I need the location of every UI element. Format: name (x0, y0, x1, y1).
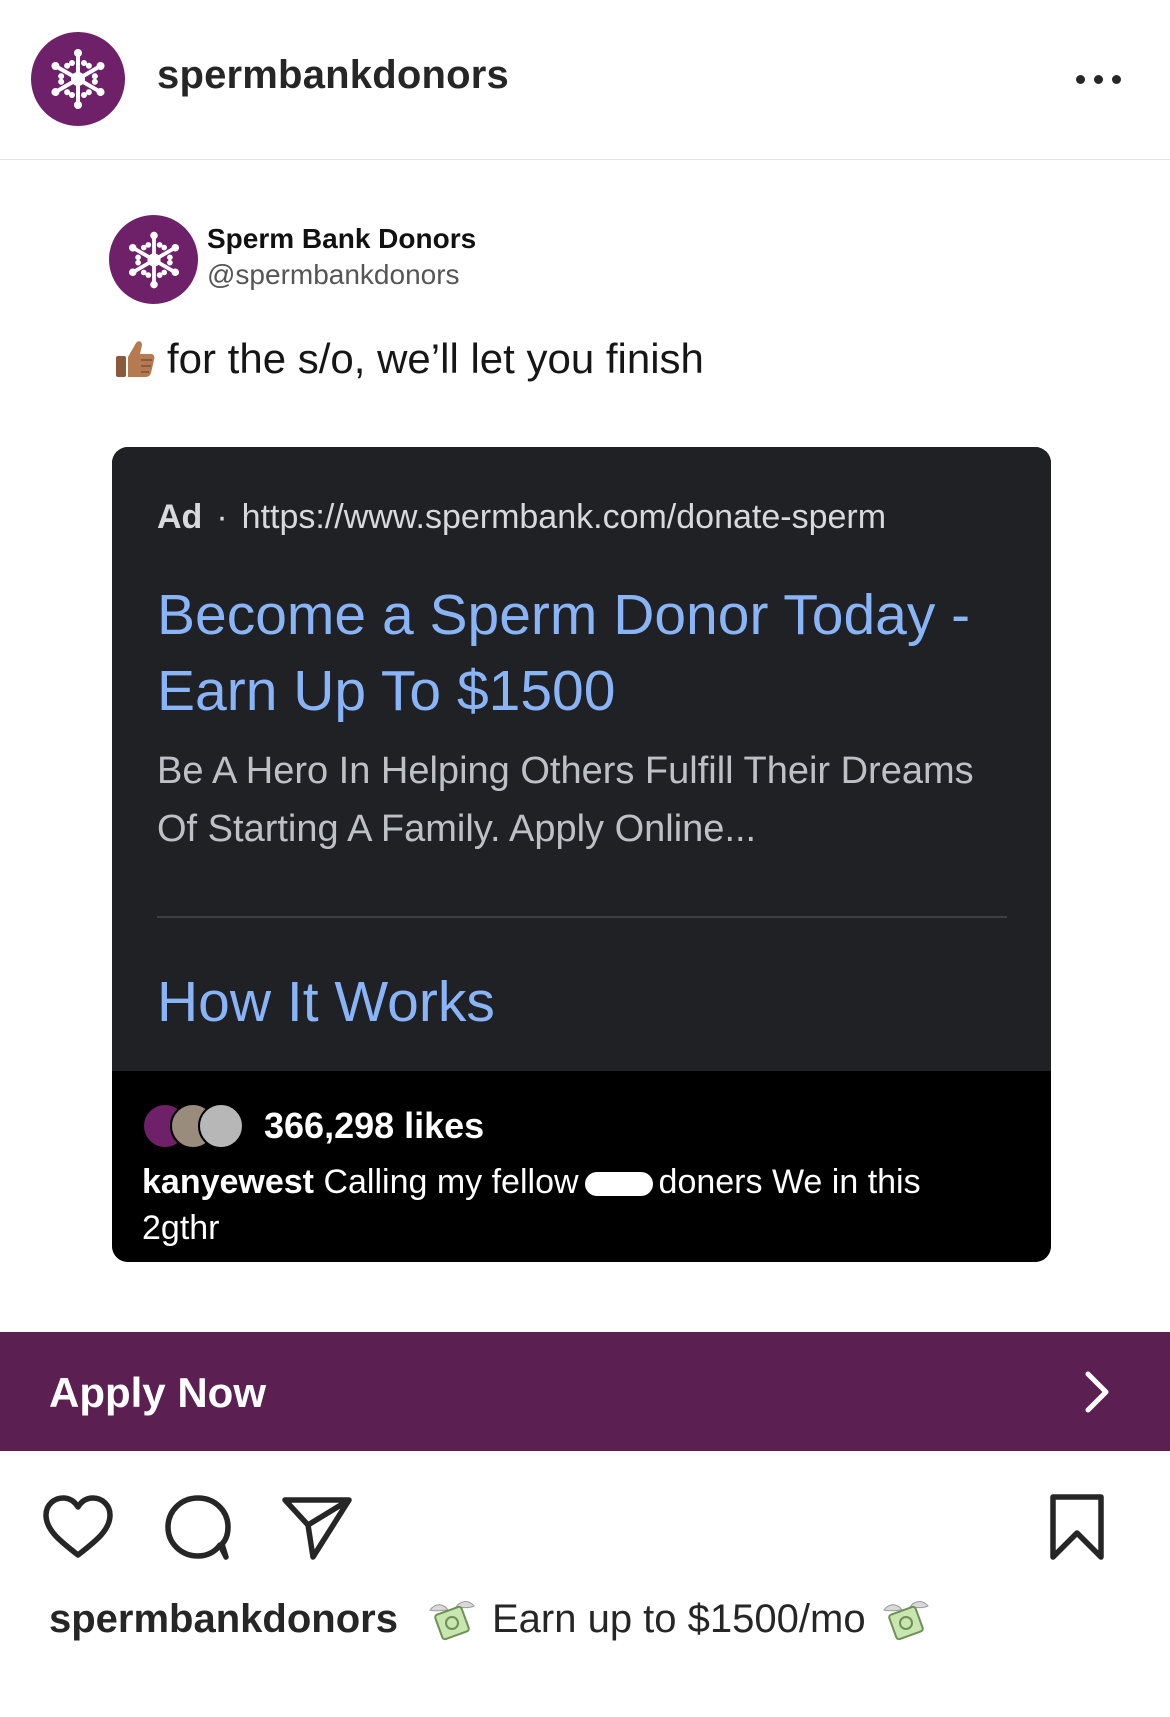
more-options-icon[interactable] (1076, 64, 1136, 94)
post-caption: spermbankdonors Earn up to $1500/mo (49, 1596, 946, 1642)
liker-avatars (142, 1103, 252, 1149)
ad-sitelink: How It Works (157, 970, 495, 1034)
tweet-text: for the s/o, we’ll let you finish (113, 335, 704, 383)
action-bar (0, 1451, 1170, 1581)
apply-now-label: Apply Now (49, 1369, 266, 1416)
snowflake-logo-icon (47, 49, 109, 109)
profile-avatar[interactable] (31, 32, 125, 126)
post-image[interactable]: Sperm Bank Donors @spermbankdonors for t… (0, 160, 1170, 1332)
header-username[interactable]: spermbankdonors (157, 53, 509, 98)
tweet-author-name: Sperm Bank Donors (207, 223, 477, 254)
thumbs-up-icon (116, 341, 155, 377)
snowflake-logo-icon (124, 231, 183, 288)
ad-separator: · (216, 498, 228, 536)
money-with-wings-icon (882, 1601, 929, 1641)
search-ad: Ad · https://www.spermbank.com/donate-sp… (112, 447, 1051, 1071)
instagram-comment-screenshot: 366,298 likes kanyewest Calling my fello… (112, 1071, 1051, 1262)
ad-title: Become a Sperm Donor Today - Earn Up To … (157, 583, 971, 723)
money-with-wings-icon (429, 1601, 475, 1641)
liker-avatar (198, 1103, 244, 1149)
ad-screenshot: Ad · https://www.spermbank.com/donate-sp… (112, 447, 1051, 1262)
bookmark-icon[interactable] (1044, 1491, 1110, 1563)
likes-count: 366,298 likes (264, 1105, 485, 1146)
ad-divider (157, 916, 1007, 918)
tweet-author-handle: @spermbankdonors (207, 259, 460, 290)
ad-label: Ad (157, 498, 203, 536)
post-header: spermbankdonors (0, 0, 1170, 160)
dot (1112, 74, 1121, 84)
comment: kanyewest Calling my fellow doners We in … (142, 1159, 1002, 1251)
chevron-right-icon (1085, 1371, 1109, 1413)
comment-text-before: Calling my fellow (323, 1163, 579, 1201)
heart-icon[interactable] (40, 1491, 116, 1563)
ad-url: https://www.spermbank.com/donate-sperm (241, 498, 887, 536)
caption-username[interactable]: spermbankdonors (49, 1597, 398, 1642)
caption-text: Earn up to $1500/mo (491, 1596, 866, 1641)
apply-now-button[interactable]: Apply Now (0, 1332, 1170, 1451)
comment-icon[interactable] (160, 1491, 236, 1563)
ad-url-line: Ad · https://www.spermbank.com/donate-sp… (157, 498, 886, 537)
dot (1094, 74, 1103, 84)
tweet-text-body: for the s/o, we’ll let you finish (167, 335, 704, 382)
comment-username: kanyewest (142, 1163, 314, 1201)
redacted-emoji-icon (584, 1172, 653, 1197)
ad-description: Be A Hero In Helping Others Fulfill Thei… (157, 750, 974, 850)
send-icon[interactable] (279, 1491, 355, 1563)
tweet-avatar (109, 215, 198, 304)
dot (1076, 74, 1085, 84)
